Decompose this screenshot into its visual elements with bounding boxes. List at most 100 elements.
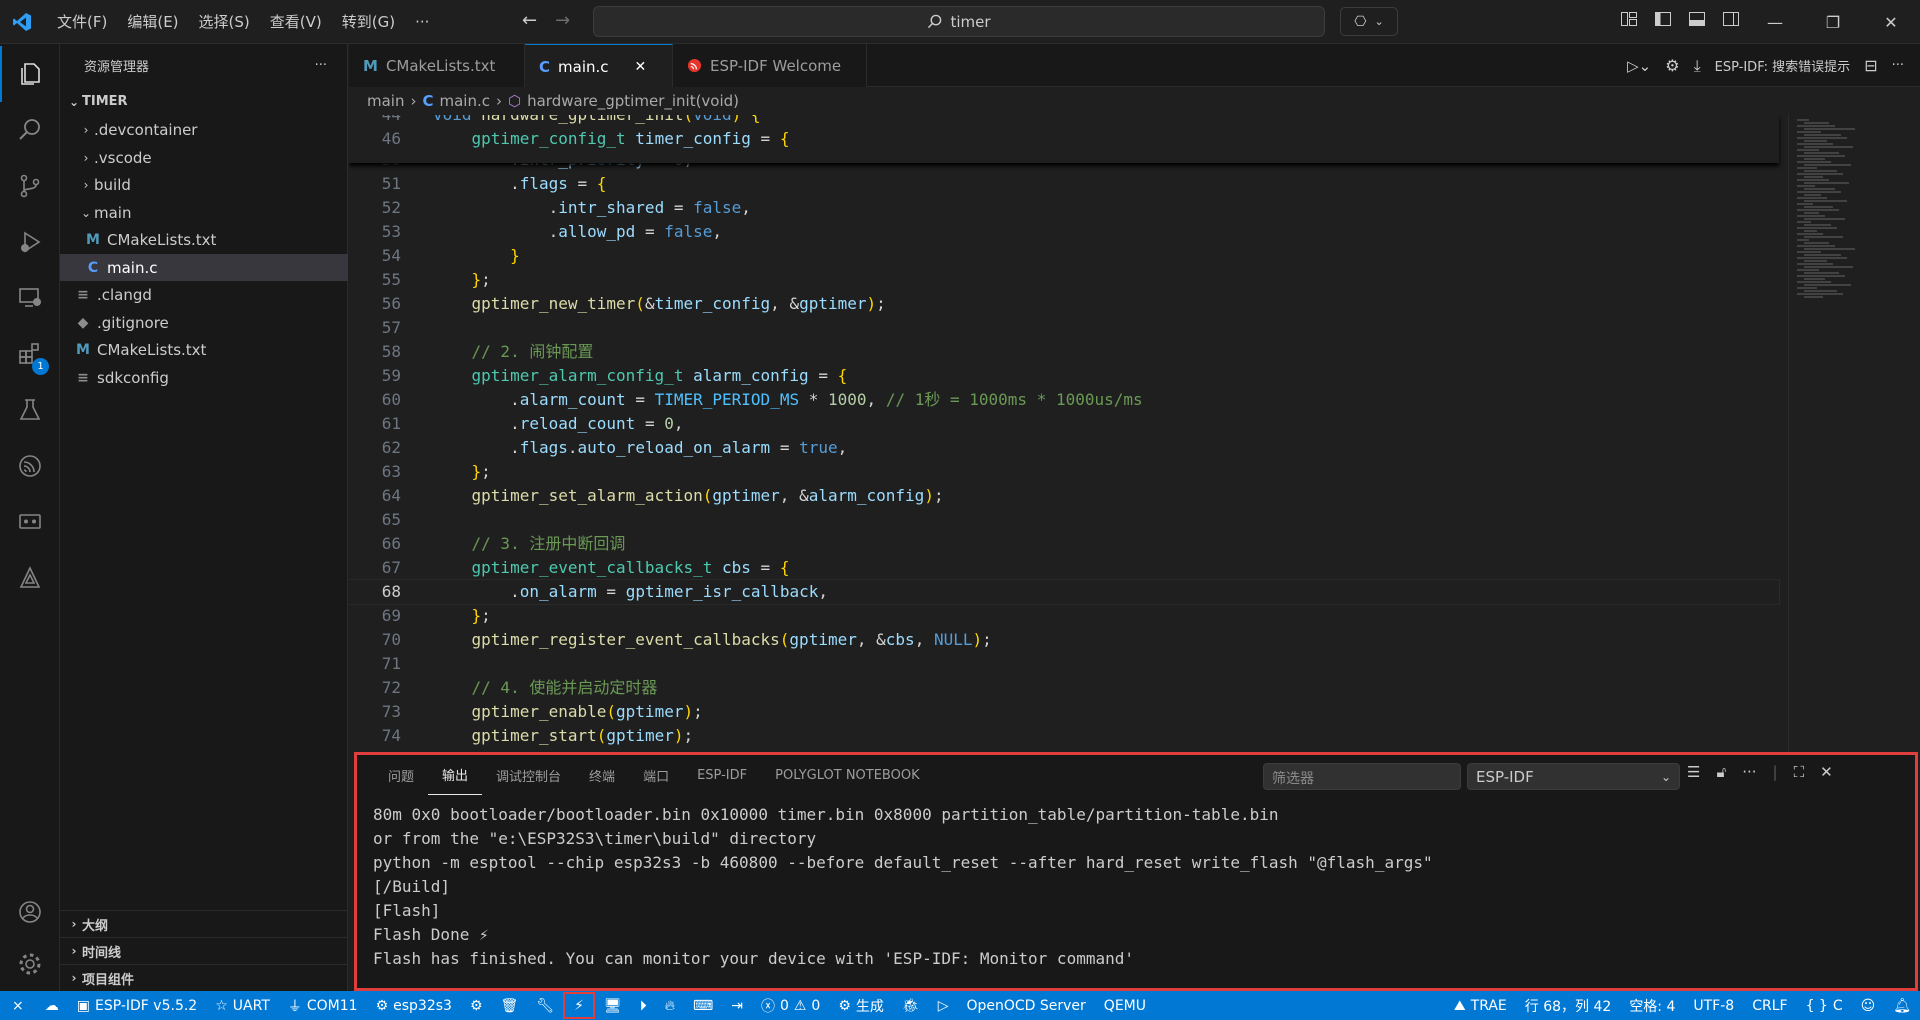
- execute-task-button[interactable]: ⇥: [722, 991, 752, 1020]
- code-line[interactable]: 70 gptimer_register_event_callbacks(gpti…: [349, 628, 1779, 652]
- maximize-panel-icon[interactable]: ⛶: [1794, 763, 1805, 781]
- minimap[interactable]: [1788, 115, 1920, 752]
- customize-layout-icon[interactable]: [1620, 10, 1638, 28]
- problems-indicator[interactable]: ⓧ 0 ⚠ 0: [752, 991, 829, 1020]
- terminal-button[interactable]: ⌨: [684, 991, 722, 1020]
- breadcrumb-file[interactable]: main.c: [440, 92, 491, 110]
- code-editor[interactable]: 44void hardware_gptimer_init(void) {46 g…: [349, 115, 1920, 752]
- target-button[interactable]: ⚙ esp32s3: [367, 991, 461, 1020]
- menu-selection[interactable]: 选择(S): [190, 7, 259, 36]
- tab-polyglot-notebook[interactable]: POLYGLOT NOTEBOOK: [761, 755, 933, 795]
- code-line[interactable]: 69 };: [349, 604, 1779, 628]
- code-line[interactable]: 57: [349, 316, 1779, 340]
- sticky-scroll[interactable]: 44void hardware_gptimer_init(void) {46 g…: [349, 115, 1779, 163]
- more-actions-icon[interactable]: ···: [315, 58, 327, 73]
- back-arrow-icon[interactable]: ←: [522, 10, 537, 31]
- tree-item-clangd[interactable]: ≡ .clangd: [60, 281, 348, 308]
- testing-activity[interactable]: [0, 382, 60, 438]
- trae-activity[interactable]: [0, 550, 60, 606]
- close-panel-icon[interactable]: ✕: [1820, 763, 1833, 781]
- restore-icon[interactable]: ❐: [1804, 0, 1862, 44]
- build-button[interactable]: ⚙ 生成: [829, 991, 893, 1020]
- copilot-button[interactable]: ⎔ ⌄: [1340, 7, 1398, 36]
- code-line[interactable]: 62 .flags.auto_reload_on_alarm = true,: [349, 436, 1779, 460]
- code-line[interactable]: 73 gptimer_enable(gptimer);: [349, 700, 1779, 724]
- port-button[interactable]: ⏚ COM11: [279, 991, 367, 1020]
- close-icon[interactable]: ✕: [1862, 0, 1920, 44]
- tab-output[interactable]: 输出: [428, 755, 483, 795]
- tree-item-root-cmakelists[interactable]: M CMakeLists.txt: [60, 336, 348, 363]
- bug-button[interactable]: 🐞︎: [893, 991, 929, 1020]
- tab-esp-idf-welcome[interactable]: ESP-IDF Welcome: [673, 44, 867, 87]
- tab-debug-console[interactable]: 调试控制台: [482, 755, 575, 795]
- code-line[interactable]: 61 .reload_count = 0,: [349, 412, 1779, 436]
- esp-idf-version-button[interactable]: ▣ ESP-IDF v5.5.2: [68, 991, 206, 1020]
- split-editor-icon[interactable]: ⊟: [1864, 56, 1877, 75]
- tree-item-vscode[interactable]: › .vscode: [60, 144, 348, 171]
- remote-explorer-activity[interactable]: [0, 270, 60, 326]
- run-debug-dropdown-icon[interactable]: ▷⌄: [1627, 57, 1651, 75]
- encoding[interactable]: UTF-8: [1684, 991, 1743, 1020]
- tree-item-main-cmakelists[interactable]: M CMakeLists.txt: [60, 226, 348, 253]
- tab-ports[interactable]: 端口: [629, 755, 683, 795]
- tree-item-devcontainer[interactable]: › .devcontainer: [60, 116, 348, 143]
- line-ending[interactable]: CRLF: [1743, 991, 1796, 1020]
- remote-indicator[interactable]: ⨯: [0, 991, 36, 1020]
- tab-esp-idf[interactable]: ESP-IDF: [683, 755, 761, 795]
- openocd-button[interactable]: OpenOCD Server: [957, 991, 1094, 1020]
- code-line[interactable]: 63 };: [349, 460, 1779, 484]
- workspace-root[interactable]: ⌄ TIMER: [60, 88, 348, 115]
- more-actions-icon[interactable]: ···: [1742, 763, 1756, 781]
- trae-button[interactable]: ⛰ TRAE: [1445, 991, 1516, 1020]
- toggle-panel-icon[interactable]: [1688, 10, 1706, 28]
- copilot-status[interactable]: ☺: [1852, 991, 1885, 1020]
- monitor-button[interactable]: 🖥︎: [595, 991, 631, 1020]
- breadcrumb-symbol[interactable]: hardware_gptimer_init(void): [527, 92, 739, 110]
- debug-button[interactable]: ⏵: [631, 991, 656, 1020]
- clear-output-icon[interactable]: ☰: [1687, 763, 1700, 781]
- tree-item-main-folder[interactable]: ⌄ main: [60, 199, 348, 226]
- code-line[interactable]: 53 .allow_pd = false,: [349, 220, 1779, 244]
- code-line[interactable]: 72 // 4. 使能并启动定时器: [349, 676, 1779, 700]
- code-line[interactable]: 64 gptimer_set_alarm_action(gptimer, &al…: [349, 484, 1779, 508]
- command-center-search[interactable]: timer: [593, 6, 1325, 37]
- code-line[interactable]: 60 .alarm_count = TIMER_PERIOD_MS * 1000…: [349, 388, 1779, 412]
- code-line[interactable]: 66 // 3. 注册中断回调: [349, 532, 1779, 556]
- flash-method-button[interactable]: ☆ UART: [206, 991, 279, 1020]
- notifications-button[interactable]: 🔔︎: [1884, 991, 1920, 1020]
- code-line[interactable]: 44void hardware_gptimer_init(void) {: [349, 115, 1779, 127]
- full-clean-button[interactable]: 🗑︎: [492, 991, 528, 1020]
- tree-item-sdkconfig[interactable]: ≡ sdkconfig: [60, 364, 348, 391]
- tree-item-build[interactable]: › build: [60, 171, 348, 198]
- code-line[interactable]: 68 .on_alarm = gptimer_isr_callback,: [349, 579, 1780, 605]
- lock-scroll-icon[interactable]: 🔓︎: [1716, 763, 1726, 781]
- breadcrumb-folder[interactable]: main: [367, 92, 404, 110]
- code-line[interactable]: 55 };: [349, 268, 1779, 292]
- qemu-button[interactable]: QEMU: [1095, 991, 1155, 1020]
- tree-item-main-c[interactable]: C main.c: [60, 254, 348, 281]
- forward-arrow-icon[interactable]: →: [555, 10, 570, 31]
- build-flash-monitor-button[interactable]: 🔥︎: [656, 991, 684, 1020]
- run-button[interactable]: ▷: [929, 991, 958, 1020]
- menu-file[interactable]: 文件(F): [48, 7, 116, 36]
- tree-item-gitignore[interactable]: ◆ .gitignore: [60, 309, 348, 336]
- language-mode[interactable]: { } C: [1797, 991, 1852, 1020]
- manage-activity[interactable]: [0, 936, 60, 992]
- menuconfig-button[interactable]: ⚙: [461, 991, 492, 1020]
- esp-idf-activity[interactable]: [0, 438, 60, 494]
- accounts-activity[interactable]: [0, 884, 60, 940]
- build-wrench-button[interactable]: 🔧︎: [527, 991, 563, 1020]
- code-line[interactable]: 46 gptimer_config_t timer_config = {: [349, 127, 1779, 151]
- project-components-section[interactable]: › 项目组件: [60, 964, 348, 991]
- tab-problems[interactable]: 问题: [374, 755, 428, 795]
- run-debug-activity[interactable]: [0, 214, 60, 270]
- menu-more[interactable]: ···: [406, 9, 438, 35]
- tab-cmakelists[interactable]: M CMakeLists.txt: [349, 44, 525, 87]
- code-line[interactable]: 74 gptimer_start(gptimer);: [349, 724, 1779, 748]
- cloud-button[interactable]: ☁: [36, 991, 68, 1020]
- close-icon[interactable]: ✕: [635, 59, 647, 75]
- timeline-section[interactable]: › 时间线: [60, 937, 348, 964]
- code-line[interactable]: 71: [349, 652, 1779, 676]
- menu-edit[interactable]: 编辑(E): [118, 7, 187, 36]
- code-line[interactable]: 58 // 2. 闹钟配置: [349, 340, 1779, 364]
